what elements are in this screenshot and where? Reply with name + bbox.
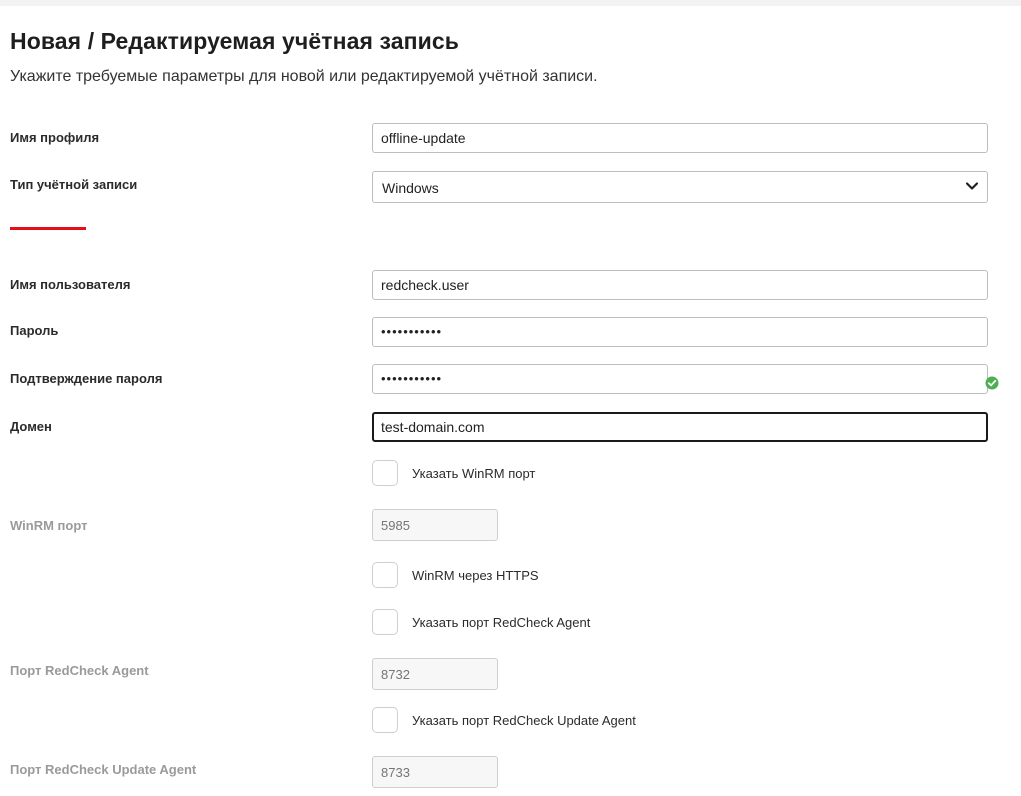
update-agent-port-input[interactable] xyxy=(372,756,498,788)
chevron-down-icon xyxy=(965,182,979,190)
account-type-label: Тип учётной записи xyxy=(10,177,138,192)
page-title: Новая / Редактируемая учётная запись xyxy=(10,28,459,54)
profile-name-input[interactable] xyxy=(372,123,988,153)
domain-label: Домен xyxy=(10,419,52,434)
account-form-page: Новая / Редактируемая учётная запись Ука… xyxy=(10,0,1010,796)
winrm-port-input[interactable] xyxy=(372,509,498,541)
password-label: Пароль xyxy=(10,323,59,338)
agent-port-toggle-label: Указать порт RedCheck Agent xyxy=(412,615,591,630)
password-confirm-label: Подтверждение пароля xyxy=(10,371,163,386)
password-input[interactable]: ••••••••••• xyxy=(372,317,988,347)
check-circle-icon xyxy=(985,376,999,390)
account-type-select[interactable]: Windows xyxy=(372,171,988,203)
winrm-https-label: WinRM через HTTPS xyxy=(412,568,539,583)
account-type-value: Windows xyxy=(382,180,439,196)
domain-input[interactable] xyxy=(372,412,988,442)
section-divider xyxy=(10,227,86,230)
winrm-https-checkbox[interactable] xyxy=(372,562,398,588)
update-agent-port-label: Порт RedCheck Update Agent xyxy=(10,762,197,777)
profile-name-label: Имя профиля xyxy=(10,130,100,145)
winrm-port-toggle-label: Указать WinRM порт xyxy=(412,466,536,481)
update-agent-port-checkbox[interactable] xyxy=(372,707,398,733)
agent-port-input[interactable] xyxy=(372,658,498,690)
page-subtitle: Укажите требуемые параметры для новой ил… xyxy=(10,68,598,85)
agent-port-checkbox[interactable] xyxy=(372,609,398,635)
username-input[interactable] xyxy=(372,270,988,300)
agent-port-label: Порт RedCheck Agent xyxy=(10,663,149,678)
username-label: Имя пользователя xyxy=(10,277,131,292)
update-agent-port-toggle-label: Указать порт RedCheck Update Agent xyxy=(412,713,636,728)
password-confirm-input[interactable]: ••••••••••• xyxy=(372,364,988,394)
winrm-port-checkbox[interactable] xyxy=(372,460,398,486)
winrm-port-label: WinRM порт xyxy=(10,518,88,533)
